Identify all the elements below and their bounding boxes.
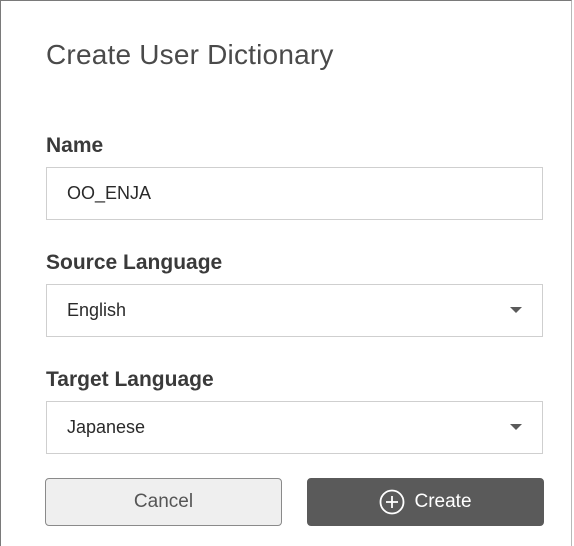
target-language-value: Japanese [67, 417, 146, 437]
cancel-button[interactable]: Cancel [45, 478, 282, 526]
create-button[interactable]: Create [307, 478, 544, 526]
create-button-label: Create [414, 491, 472, 512]
chevron-down-icon [510, 424, 522, 430]
source-language-value: English [67, 300, 127, 320]
plus-circle-icon [380, 489, 405, 515]
target-language-label: Target Language [46, 368, 214, 391]
cancel-button-label: Cancel [133, 491, 194, 512]
target-language-select[interactable]: Japanese [46, 401, 543, 454]
source-language-label: Source Language [46, 251, 223, 274]
name-label: Name [46, 134, 104, 157]
source-language-select[interactable]: English [46, 284, 543, 337]
dialog-title: Create User Dictionary [46, 39, 334, 70]
create-user-dictionary-dialog: Create User Dictionary Name Source Langu… [0, 0, 572, 546]
name-input[interactable] [47, 168, 542, 219]
chevron-down-icon [510, 307, 522, 313]
name-field-container[interactable] [46, 167, 543, 220]
